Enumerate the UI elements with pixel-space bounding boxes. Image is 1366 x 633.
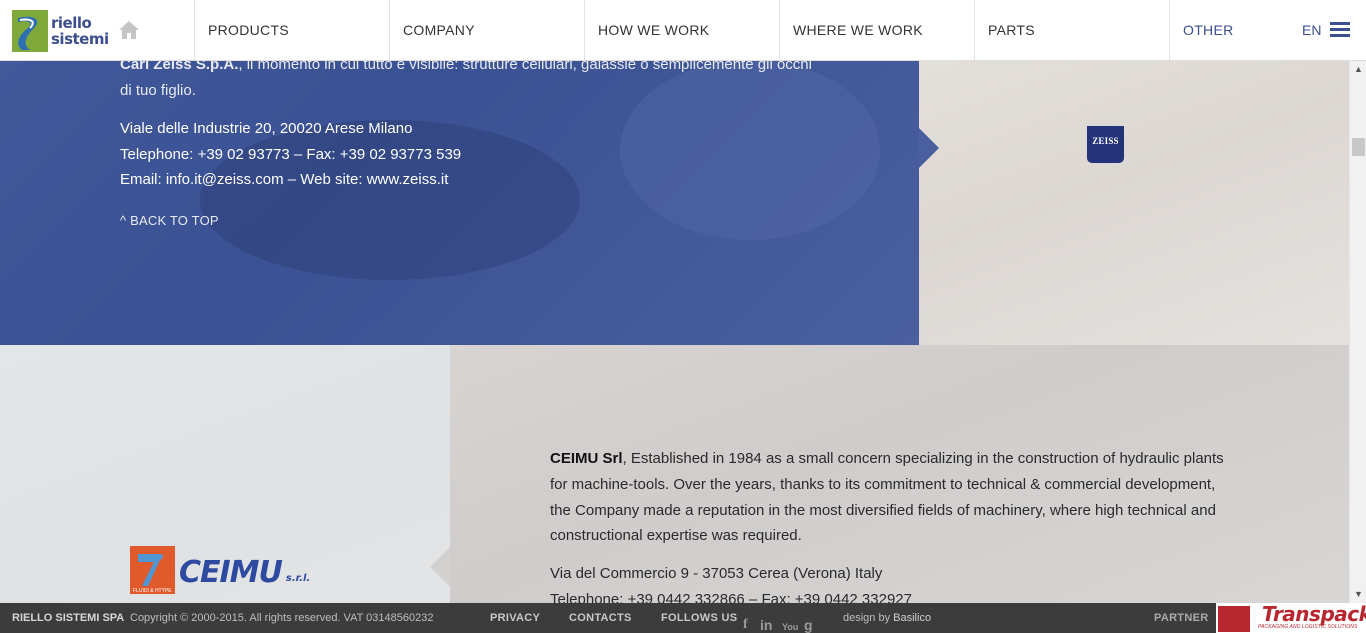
ceimu-logo[interactable]: FLUIDI & HTYPE CEIMU s.r.l. [130, 546, 310, 594]
scroll-up-arrow-icon[interactable]: ▲ [1350, 61, 1366, 78]
nav-products[interactable]: PRODUCTS [194, 0, 389, 61]
transpack-logo-mark [1218, 606, 1250, 632]
zeiss-logo[interactable]: ZEISS [1087, 126, 1124, 163]
ceimu-description-text: , Established in 1984 as a small concern… [550, 450, 1224, 545]
logo-line-2: sistemi [51, 30, 109, 48]
googleplus-icon[interactable]: g [804, 610, 813, 633]
home-icon[interactable] [118, 20, 140, 40]
transpack-partner-logo[interactable]: Transpack PACKAGING AND LOGISTIC SOLUTIO… [1216, 603, 1366, 633]
ceimu-panel-pointer [430, 547, 450, 587]
logo-line-1: riello [51, 14, 92, 32]
back-to-top-link[interactable]: ^ BACK TO TOP [120, 213, 219, 228]
ceimu-description: CEIMU Srl, Established in 1984 as a smal… [550, 446, 1230, 549]
footer-company-name: RIELLO SISTEMI SPA [12, 612, 125, 624]
ceimu-logo-suffix: s.r.l. [285, 573, 311, 584]
facebook-icon[interactable]: f [743, 610, 748, 632]
footer-privacy-link[interactable]: PRIVACY [490, 603, 540, 633]
menu-icon[interactable] [1330, 22, 1350, 38]
ceimu-logo-name: CEIMU [179, 555, 283, 590]
riello-logo-mark [12, 10, 48, 52]
riello-logo[interactable]: riello sistemi [12, 10, 109, 52]
youtube-icon[interactable]: You [782, 612, 798, 632]
zeiss-phone: Telephone: +39 02 93773 – Fax: +39 02 93… [120, 145, 462, 163]
transpack-logo-name: Transpack [1262, 602, 1366, 626]
scrollbar-thumb[interactable] [1352, 138, 1365, 156]
designer-link[interactable]: Basilico [893, 612, 931, 624]
ceimu-logo-mark: FLUIDI & HTYPE [130, 546, 175, 594]
menu-bar [1330, 28, 1350, 31]
menu-bar [1330, 34, 1350, 37]
riello-logo-text: riello sistemi [51, 15, 109, 47]
ceimu-company-name: CEIMU Srl [550, 450, 623, 467]
vertical-scrollbar[interactable]: ▲ ▼ [1349, 61, 1366, 603]
footer-copyright: Copyright © 2000-2015. All rights reserv… [130, 612, 434, 624]
linkedin-icon[interactable]: in [760, 610, 772, 633]
footer-follow-us: FOLLOWS US [661, 612, 738, 624]
language-selector[interactable]: EN [1302, 22, 1321, 38]
footer-partner-label: PARTNER [1154, 612, 1209, 624]
site-header: riello sistemi PRODUCTS COMPANY HOW WE W… [0, 0, 1366, 61]
main-nav: PRODUCTS COMPANY HOW WE WORK WHERE WE WO… [194, 0, 1364, 61]
zeiss-panel-pointer [919, 128, 939, 168]
zeiss-email-website: Email: info.it@zeiss.com – Web site: www… [120, 171, 449, 188]
nav-company[interactable]: COMPANY [389, 0, 584, 61]
nav-where-we-work[interactable]: WHERE WE WORK [779, 0, 974, 61]
footer-design-by: design by Basilico [843, 603, 931, 633]
zeiss-contact-info: Viale delle Industrie 20, 20020 Arese Mi… [120, 116, 820, 193]
scroll-down-arrow-icon[interactable]: ▼ [1350, 586, 1366, 603]
site-footer: RIELLO SISTEMI SPA Copyright © 2000-2015… [0, 603, 1366, 633]
footer-contacts-link[interactable]: CONTACTS [569, 603, 632, 633]
nav-how-we-work[interactable]: HOW WE WORK [584, 0, 779, 61]
menu-bar [1330, 22, 1350, 25]
zeiss-address: Viale delle Industrie 20, 20020 Arese Mi… [120, 120, 413, 137]
transpack-logo-tagline: PACKAGING AND LOGISTIC SOLUTIONS [1258, 624, 1358, 630]
ceimu-address: Via del Commercio 9 - 37053 Cerea (Veron… [550, 565, 883, 582]
ceimu-logo-tag: FLUIDI & HTYPE [133, 588, 172, 594]
design-by-label: design by [843, 612, 891, 624]
nav-parts[interactable]: PARTS [974, 0, 1169, 61]
